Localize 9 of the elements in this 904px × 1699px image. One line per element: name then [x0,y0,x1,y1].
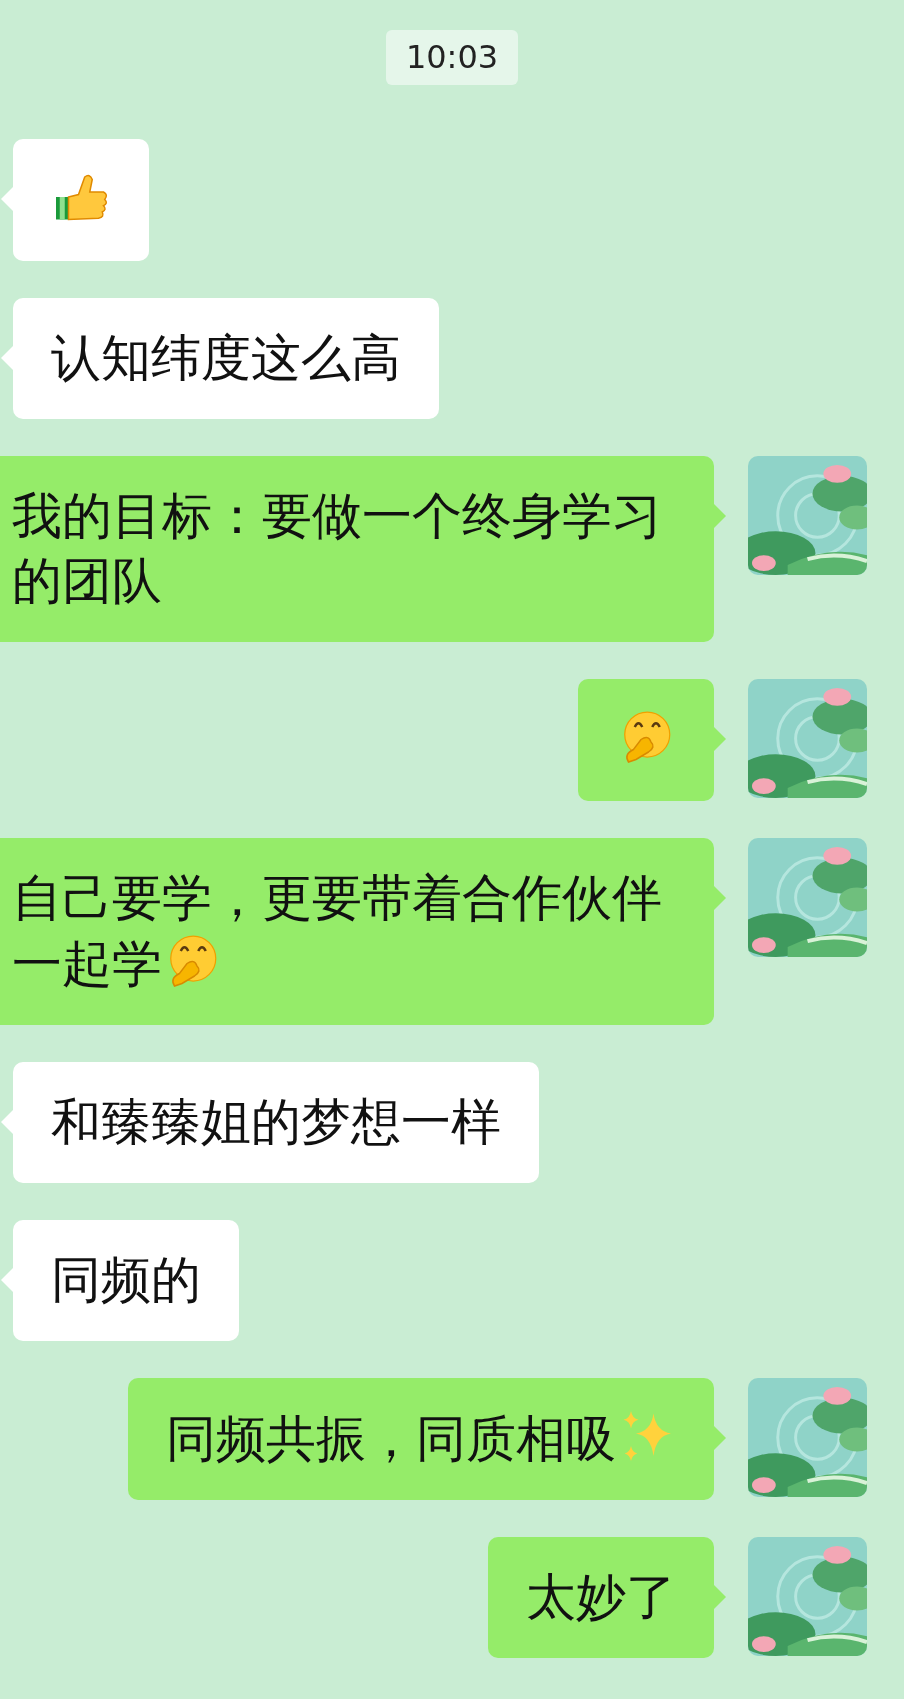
message-text: 和臻臻姐的梦想一样 [51,1093,501,1151]
timestamp: 10:03 [385,30,519,85]
message-text: 太妙了 [526,1568,676,1626]
message-text: 自己要学，更要带着合作伙伴 [12,869,662,927]
message-text: 同频共振，同质相吸 [166,1410,616,1468]
message-text: 我的目标：要做一个终身学习的团队 [12,487,662,610]
message-text: 同频的 [51,1251,201,1309]
message-text: 一起学 [12,935,162,993]
message-text: 认知纬度这么高 [51,329,401,387]
